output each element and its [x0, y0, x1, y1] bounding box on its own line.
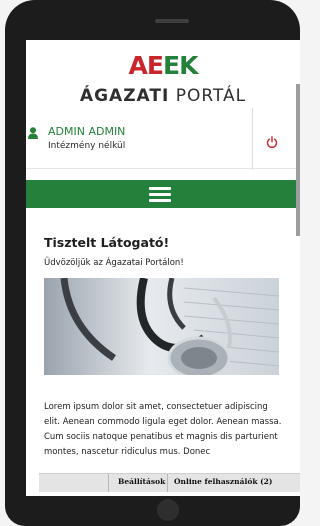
main-content: Tisztelt Látogató! Üdvözöljük az Ágazata… — [44, 235, 289, 268]
footer-toolbar: Beállítások Online felhasználók (2) — [39, 473, 300, 492]
portal-title: ÁGAZATI PORTÁL — [79, 86, 247, 106]
phone-speaker — [155, 19, 189, 23]
settings-button[interactable]: Beállítások — [118, 477, 165, 486]
user-panel: ADMIN ADMIN Intézmény nélkül — [26, 122, 300, 169]
divider — [167, 474, 168, 492]
logo-mark: AEEK — [128, 51, 199, 80]
welcome-text: Üdvözöljük az Ágazatai Portálon! — [44, 258, 184, 268]
site-logo[interactable]: AEEK ÁGAZATI PORTÁL — [26, 52, 300, 106]
home-button[interactable] — [157, 499, 179, 521]
hamburger-menu-icon[interactable] — [149, 187, 171, 202]
stethoscope-image — [44, 278, 279, 375]
user-icon — [28, 127, 38, 139]
greeting-heading: Tisztelt Látogató! — [44, 235, 170, 250]
online-users-button[interactable]: Online felhasználók (2) — [174, 477, 272, 486]
divider — [108, 474, 109, 492]
user-institution: Intézmény nélkül — [48, 141, 126, 151]
body-text: Lorem ipsum dolor sit amet, consectetuer… — [44, 402, 282, 457]
power-icon[interactable] — [266, 136, 278, 148]
main-navbar — [26, 180, 300, 208]
scrollbar[interactable] — [296, 84, 300, 236]
screen: AEEK ÁGAZATI PORTÁL ADMIN ADMIN Intézmén… — [26, 40, 300, 496]
divider — [252, 108, 253, 170]
user-name[interactable]: ADMIN ADMIN — [48, 125, 125, 138]
